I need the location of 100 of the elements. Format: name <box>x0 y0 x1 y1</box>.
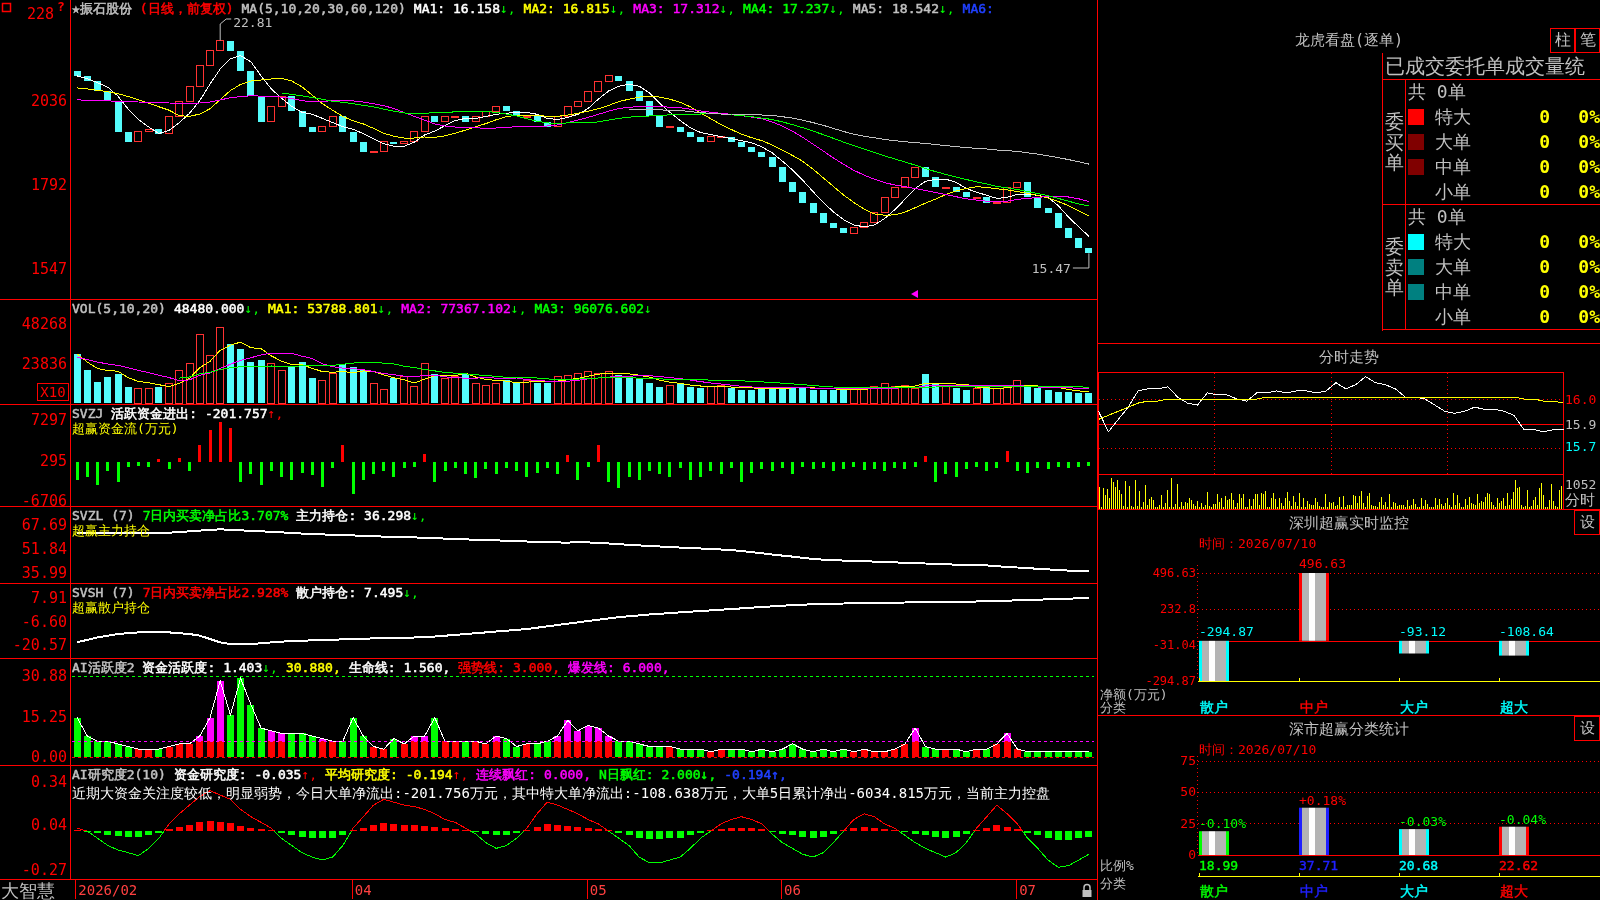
bar <box>891 749 899 757</box>
bar <box>972 387 981 404</box>
bar <box>625 831 633 835</box>
change-label: -0.03% <box>1399 814 1446 830</box>
bar <box>288 733 296 757</box>
bar <box>676 383 684 403</box>
bar <box>799 831 807 837</box>
bar <box>247 362 255 403</box>
order-count: 0 <box>1539 180 1550 203</box>
axis-tick-label: -31.04 <box>1152 638 1196 652</box>
header-label: 活跃资金进出: -201.757 <box>111 406 268 421</box>
bar <box>106 462 110 471</box>
header-label: SVSH (7) <box>72 585 135 600</box>
bar <box>359 736 367 757</box>
order-percent: 0% <box>1578 305 1600 328</box>
axis-tick-label: 0.00 <box>30 748 67 766</box>
bar <box>392 462 396 477</box>
value-label: 37.71 <box>1299 858 1339 873</box>
bar <box>1054 831 1062 841</box>
bar <box>339 831 347 835</box>
axis-tick-label: 1792 <box>30 176 67 194</box>
bar <box>441 741 449 757</box>
chart-bar <box>1199 831 1229 855</box>
bar <box>1034 751 1042 757</box>
change-label: +0.18% <box>1299 792 1346 808</box>
bar <box>308 378 316 403</box>
bar <box>615 375 623 403</box>
header-label: 爆发线: 6.000, <box>568 660 670 675</box>
leader-line <box>1072 252 1090 269</box>
order-count: 0 <box>1539 231 1550 254</box>
value-label: 496.63 <box>1299 556 1346 571</box>
bar <box>339 741 347 757</box>
bar <box>134 831 142 838</box>
bar <box>1075 831 1083 839</box>
header-label: MA3: 17.312 <box>633 1 720 16</box>
bar <box>913 462 917 467</box>
bar <box>637 462 641 480</box>
bar <box>605 736 613 757</box>
bar <box>278 733 285 757</box>
bar <box>116 462 120 483</box>
bar <box>208 430 212 463</box>
bar <box>850 751 858 757</box>
header-label: AI活跃度2 <box>72 660 135 675</box>
category-label: 大户 <box>1400 699 1428 715</box>
axis-tick-label: 0.34 <box>30 773 67 791</box>
axis-tick-label: 0.04 <box>30 816 67 835</box>
bar <box>351 462 355 494</box>
bar <box>114 373 122 403</box>
settings-button[interactable]: 设 <box>1574 510 1600 535</box>
bar <box>799 749 807 757</box>
bar <box>218 421 222 463</box>
bar <box>513 381 521 403</box>
bar <box>237 678 245 757</box>
header-label: 平均研究度: -0.194 <box>325 767 453 782</box>
bar <box>829 389 837 403</box>
axis-tick-label: 75 <box>1180 753 1196 768</box>
header-label: MA2: 16.815 <box>523 1 610 16</box>
bar <box>525 462 529 477</box>
axis-tick-label: -0.27 <box>21 861 67 880</box>
axis-tick-label: 295 <box>39 451 67 470</box>
header-label: 散户持仓: 7.495 <box>296 585 404 600</box>
bar <box>543 741 551 757</box>
bar <box>124 831 132 837</box>
panel-title: 深圳超赢实时监控 <box>1289 514 1409 532</box>
bar <box>216 680 224 757</box>
bar <box>226 715 234 757</box>
bar <box>186 824 193 832</box>
bar <box>995 462 999 468</box>
axis-tick-label: 30.88 <box>21 667 67 685</box>
bar <box>942 831 950 838</box>
axis-title: 比例% <box>1100 858 1134 873</box>
bar <box>596 444 600 463</box>
bar <box>431 373 439 403</box>
settings-button[interactable]: 设 <box>1574 716 1600 741</box>
brand-label: 大智慧 <box>1 881 55 900</box>
bar <box>136 462 140 466</box>
order-percent: 0% <box>1578 180 1600 203</box>
bar <box>635 743 643 757</box>
bar <box>144 387 153 404</box>
bar <box>1024 386 1032 403</box>
order-percent: 0% <box>1578 131 1600 153</box>
bar <box>952 831 960 837</box>
chart-bar <box>1399 640 1429 654</box>
bar <box>842 462 846 470</box>
bar <box>300 462 304 473</box>
change-label: -0.04% <box>1499 811 1546 827</box>
bar <box>196 822 204 832</box>
bar <box>932 831 940 837</box>
axis-title: 分类 <box>1100 700 1126 715</box>
header-label: 30.880, <box>285 660 341 675</box>
bar <box>625 376 633 403</box>
bar <box>359 370 367 403</box>
header-label: 资金研究度: -0.035 <box>173 767 302 782</box>
bar <box>318 831 326 839</box>
bar <box>237 825 245 832</box>
bar <box>83 370 91 403</box>
trend-arrow: ↑, <box>452 767 469 782</box>
trend-arrow: ↓, <box>262 660 278 675</box>
view-button[interactable]: 柱 <box>1550 28 1575 53</box>
view-button[interactable]: 笔 <box>1575 28 1600 53</box>
